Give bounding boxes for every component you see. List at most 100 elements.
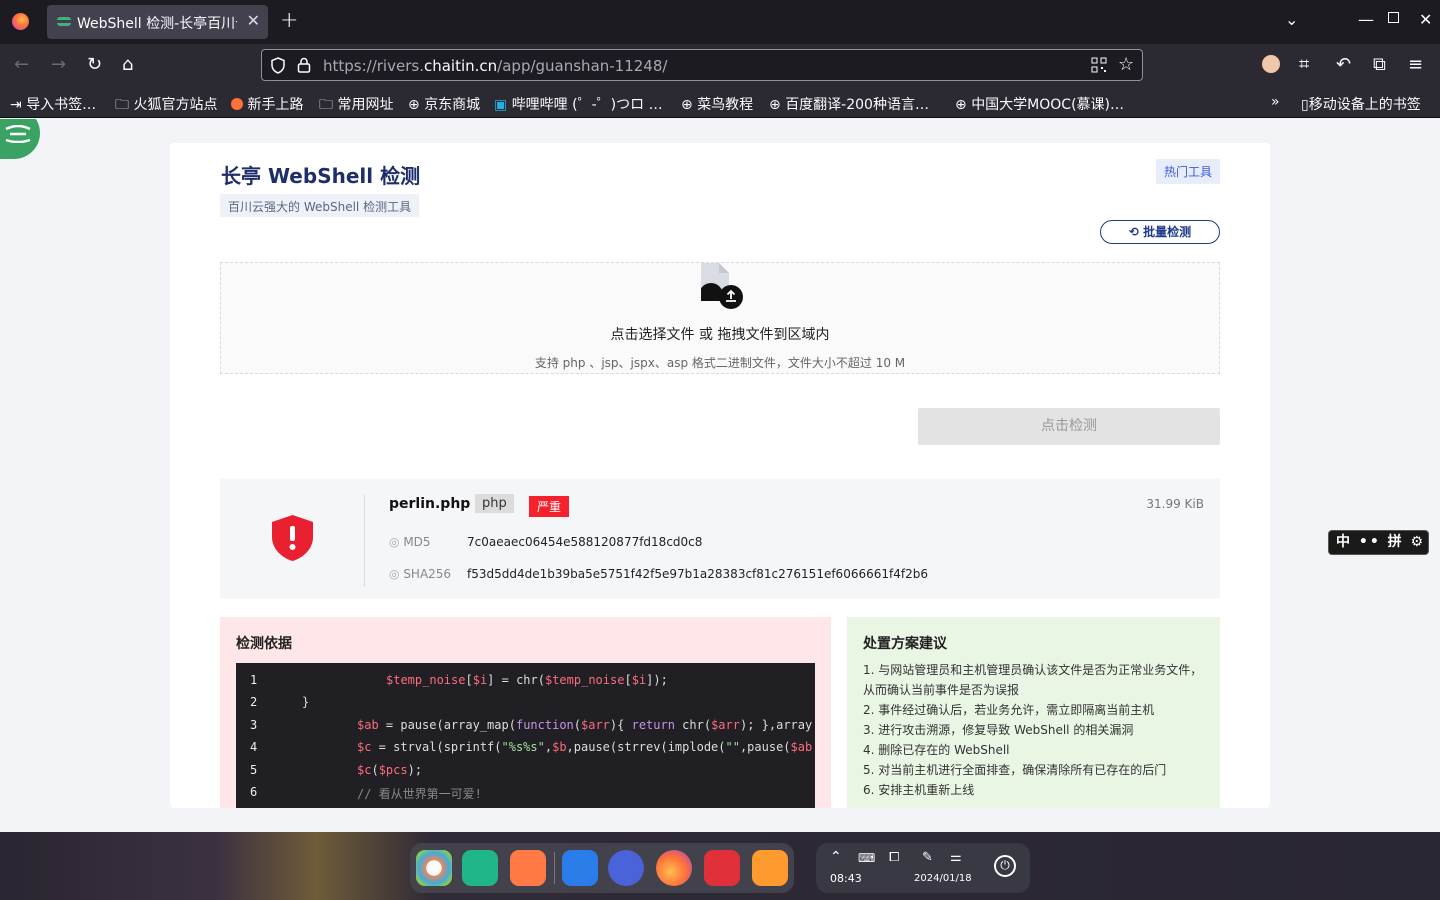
sha256-value: f53d5dd4de1b39ba5e5751f42f5e97b1a28383cf… [467,567,928,581]
refresh-icon: ⟲ [1128,225,1139,239]
firefox-icon[interactable] [656,850,692,886]
shield-tracking-icon[interactable] [270,57,286,74]
advice-item: 5. 对当前主机进行全面排查，确保清除所有已存在的后门 [863,763,1167,777]
control-center-icon[interactable] [608,850,644,886]
web-page: 长亭 WebShell 检测 百川云强大的 WebShell 检测工具 热门工具… [0,119,1440,832]
window-close-icon[interactable]: ✕ [1419,10,1432,29]
upload-dropzone[interactable]: 点击选择文件 或 拖拽文件到区域内 支持 php 、jsp、jspx、asp 格… [220,262,1220,374]
advice-item: 4. 删除已存在的 WebShell [863,743,1010,757]
bookmark-mobile[interactable]: ▯移动设备上的书签 [1301,94,1421,114]
code-line: 5 $c($pcs); [250,763,423,777]
fingerprint-icon: ◎ [389,567,400,581]
launcher-icon[interactable] [416,850,452,886]
md5-value: 7c0aeaec06454e588120877fd18cd0c8 [467,535,703,549]
firefox-menu-icon[interactable] [12,13,29,30]
advice-panel: 处置方案建议 1. 与网站管理员和主机管理员确认该文件是否为正常业务文件，从而确… [847,617,1220,808]
file-manager-icon[interactable] [562,850,598,886]
app-store-icon[interactable] [510,850,546,886]
dock-divider [554,852,555,884]
code-line: 2} [250,695,310,709]
bookmarks-overflow-icon[interactable]: » [1271,94,1280,110]
keyboard-icon[interactable]: ⌨ [858,851,875,865]
bookmark-mooc[interactable]: ⊕ 中国大学MOOC(慕课)… [955,94,1124,114]
home-icon[interactable]: ⌂ [122,54,133,75]
tray-expand-icon[interactable]: ⌃ [830,849,842,865]
floating-logo-button[interactable] [0,119,40,159]
forward-icon[interactable]: → [51,54,66,75]
bookmark-baidu-fanyi[interactable]: ⊕ 百度翻译-200种语言… [769,94,929,114]
power-icon[interactable]: ⏻ [994,855,1016,877]
detection-basis-panel: 检测依据 1 $temp_noise[$i] = chr($temp_noise[… [220,617,831,808]
advice-list: 1. 与网站管理员和主机管理员确认该文件是否为正常业务文件，从而确认当前事件是否… [863,660,1203,800]
list-tabs-icon[interactable]: ⌄ [1285,10,1298,29]
screenshot-crop-icon[interactable]: ⌗ [1299,54,1309,75]
bookmarks-bar: ⇥ 导入书签… 🗀 火狐官方站点 新手上路 🗀 常用网址 ⊕ 京东商城 ▣ 哔哩… [0,86,1440,118]
tab-webshell[interactable]: WebShell 检测-长亭百川云 ✕ [47,5,268,39]
severity-badge: 严重 [529,496,570,517]
browser-tab-bar: WebShell 检测-长亭百川云 ✕ + ⌄ — ✕ [0,0,1440,44]
batch-detect-button[interactable]: ⟲ 批量检测 [1100,220,1220,244]
input-method-toolbar[interactable]: 中 •• 拼 ⚙ [1328,530,1429,555]
divider [364,495,365,587]
account-avatar-icon[interactable] [1262,55,1280,73]
lock-icon[interactable] [297,57,311,73]
bookmark-bilibili[interactable]: ▣ 哔哩哔哩 (゜-゜)つロ … [494,94,663,114]
basis-title: 检测依据 [236,636,292,652]
store-bag-icon[interactable] [752,850,788,886]
advice-item: 1. 与网站管理员和主机管理员确认该文件是否为正常业务文件，从而确认当前事件是否… [863,663,1203,697]
bookmark-getting-started[interactable]: 新手上路 [231,94,303,114]
system-tray: ⌃ ⌨ ⧠ ✎ ⚌ 08:43 2024/01/18 ⏻ [816,843,1030,893]
toggle-settings-icon[interactable]: ⚌ [950,850,962,865]
code-line: 6// 看从世界第一可爱! [250,785,482,801]
upload-arrow-icon [719,285,743,309]
clock-date[interactable]: 2024/01/18 [914,873,972,884]
pen-icon[interactable]: ✎ [922,850,933,865]
advice-item: 6. 安排主机重新上线 [863,783,975,797]
code-viewer[interactable]: 1 $temp_noise[$i] = chr($temp_noise[$i]);… [236,663,815,808]
page-subtitle: 百川云强大的 WebShell 检测工具 [220,194,420,217]
hot-tool-badge: 热门工具 [1155,159,1220,184]
upload-hint: 支持 php 、jsp、jspx、asp 格式二进制文件，文件大小不超过 10 … [534,356,906,370]
reload-icon[interactable]: ↻ [87,54,102,75]
bookmark-star-icon[interactable]: ☆ [1118,54,1134,75]
maximize-icon[interactable] [1388,12,1399,23]
bookmark-runoob[interactable]: ⊕ 菜鸟教程 [681,94,753,114]
detect-button[interactable]: 点击检测 [918,408,1220,445]
back-icon[interactable]: ← [14,54,29,75]
qr-code-icon[interactable] [1091,57,1107,73]
fingerprint-icon: ◎ [389,535,400,549]
site-favicon-icon [57,17,71,26]
bookmark-jd[interactable]: ⊕ 京东商城 [408,94,480,114]
changting-logo-icon [5,125,31,143]
file-size: 31.99 KiB [1146,497,1204,511]
code-line: 3 $ab = pause(array_map(function($arr){ r… [250,718,813,732]
screenshot-icon[interactable]: ⧠ [889,850,899,865]
url-bar[interactable]: https://rivers.chaitin.cn/app/guanshan-1… [261,49,1143,81]
firefox-icon [231,98,243,110]
clock-time[interactable]: 08:43 [830,872,862,885]
app-menu-icon[interactable]: ≡ [1408,54,1423,75]
bilibili-icon: ▣ [494,97,508,113]
navigation-bar: ← → ↻ ⌂ https://rivers.chaitin.cn/app/gu… [0,44,1440,86]
dock [410,843,794,893]
multitask-view-icon[interactable] [462,850,498,886]
undo-icon[interactable]: ↶ [1336,54,1351,75]
desktop-background: ⌃ ⌨ ⧠ ✎ ⚌ 08:43 2024/01/18 ⏻ [0,832,1440,900]
tool-card: 长亭 WebShell 检测 百川云强大的 WebShell 检测工具 热门工具… [170,143,1270,808]
minimize-icon[interactable]: — [1358,10,1374,29]
terminal-icon[interactable] [704,850,740,886]
bookmark-firefox-site[interactable]: 🗀 火狐官方站点 [115,94,217,118]
result-filename: perlin.php [389,496,471,512]
url-text[interactable]: https://rivers.chaitin.cn/app/guanshan-1… [323,57,667,75]
file-type-tag: php [475,494,514,513]
new-tab-button[interactable]: + [280,8,298,33]
extensions-icon[interactable]: ⧉ [1373,54,1386,75]
advice-item: 3. 进行攻击溯源，修复导致 WebShell 的相关漏洞 [863,723,1134,737]
tab-close-icon[interactable]: ✕ [247,11,260,30]
bookmark-import[interactable]: ⇥ 导入书签… [10,94,96,114]
tab-title: WebShell 检测-长亭百川云 [77,16,237,32]
advice-title: 处置方案建议 [863,636,947,652]
bookmark-common-sites[interactable]: 🗀 常用网址 [319,94,393,118]
sha256-label: ◎ SHA256 [389,567,452,581]
code-line: 1 $temp_noise[$i] = chr($temp_noise[$i]); [250,673,668,687]
